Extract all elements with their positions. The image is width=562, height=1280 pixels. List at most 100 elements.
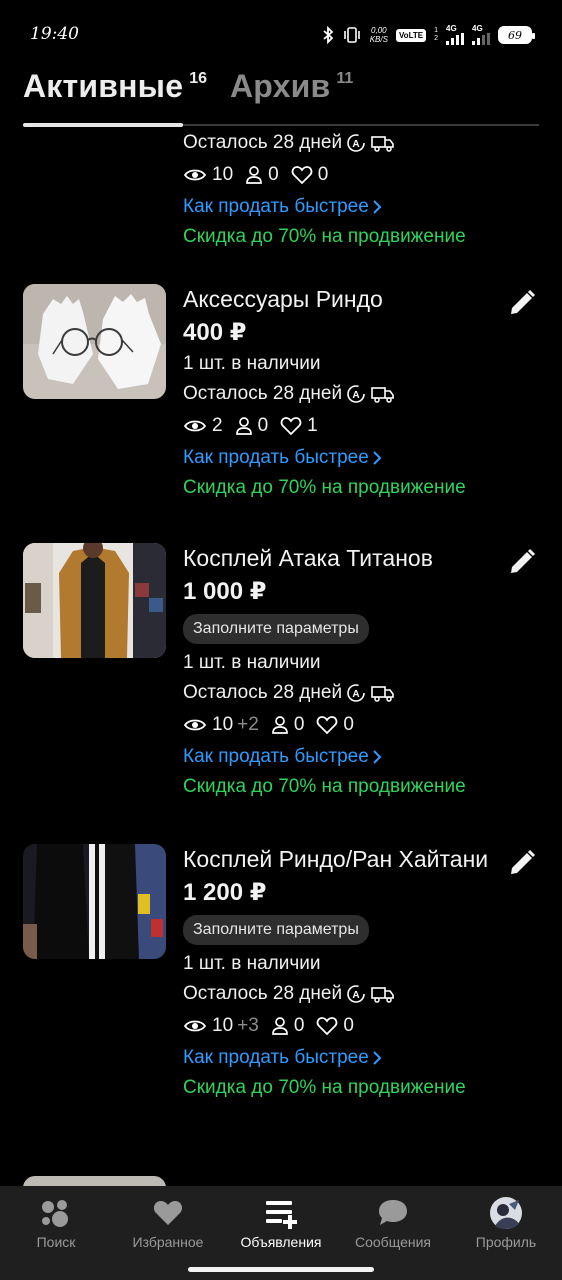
views-increment: +3 (237, 1015, 259, 1036)
nav-listings[interactable]: Объявления (225, 1196, 337, 1250)
contacts-stat: 0 (271, 1011, 304, 1041)
remaining-days: Осталось 28 дней A (183, 379, 503, 409)
listing-stats: 2 0 1 (183, 409, 503, 443)
listing-title[interactable]: Косплей Атака Титанов (183, 543, 503, 574)
active-tab-indicator (23, 123, 183, 127)
promotion-discount-link[interactable]: Скидка до 70% на продвижение (183, 772, 503, 802)
delivery-truck-icon (371, 136, 394, 152)
remaining-days: Осталось 28 дней A (183, 979, 503, 1009)
fill-parameters-chip[interactable]: Заполните параметры (183, 614, 369, 644)
stock-count: 1 шт. в наличии (183, 652, 321, 673)
listings-list[interactable]: Осталось 28 дней A 10 0 0 Как продать бы… (0, 128, 562, 1186)
chevron-right-icon (373, 451, 382, 465)
status-time: 19:40 (30, 24, 79, 44)
person-icon (246, 166, 262, 184)
chevron-right-icon (373, 750, 382, 764)
listing-photo[interactable] (23, 844, 166, 959)
nav-messages[interactable]: Сообщения (337, 1196, 449, 1250)
person-icon (235, 417, 252, 435)
nav-favorites[interactable]: Избранное (112, 1196, 224, 1250)
listing-photo[interactable] (23, 543, 166, 658)
sim-numbers: 1 2 (434, 27, 438, 42)
views-increment: +2 (237, 714, 259, 735)
vibrate-icon (343, 27, 360, 43)
contacts-stat: 0 (235, 411, 268, 441)
tab-label: Архив (230, 68, 331, 104)
listing-info: Осталось 28 дней A 10 0 0 Как продать бы… (183, 128, 503, 252)
chat-bubble-icon (337, 1196, 449, 1230)
views-stat: 10 +3 (183, 1011, 259, 1041)
bluetooth-icon (323, 26, 334, 44)
tab-label: Активные (23, 68, 184, 104)
bottom-navigation: Поиск Избранное Объявления Сообщения Про… (0, 1186, 562, 1280)
pencil-icon (511, 289, 536, 314)
fill-parameters-chip[interactable]: Заполните параметры (183, 915, 369, 945)
how-to-sell-faster-link[interactable]: Как продать быстрее (183, 443, 503, 473)
tab-archive[interactable]: Архив 11 (230, 68, 353, 105)
edit-button[interactable] (507, 547, 537, 577)
status-icons: 0,00 KB/S VoLTE 1 2 4G 4G 69 (322, 22, 535, 48)
nav-search[interactable]: Поиск (0, 1196, 112, 1250)
nav-label: Поиск (36, 1234, 76, 1250)
eye-icon (183, 420, 207, 432)
how-to-sell-faster-link[interactable]: Как продать быстрее (183, 192, 503, 222)
nav-profile[interactable]: Профиль (450, 1196, 562, 1250)
tab-count: 16 (189, 70, 207, 87)
signal-icon (472, 33, 490, 45)
pencil-icon (511, 849, 536, 874)
listing-info: Аксессуары Риндо 400 ₽ 1 шт. в наличии О… (183, 284, 503, 503)
likes-stat: 0 (291, 160, 328, 190)
nav-label: Объявления (240, 1234, 322, 1250)
promotion-discount-link[interactable]: Скидка до 70% на продвижение (183, 473, 503, 503)
heart-outline-icon (317, 716, 338, 735)
promotion-discount-link[interactable]: Скидка до 70% на продвижение (183, 1073, 503, 1103)
promotion-discount-link[interactable]: Скидка до 70% на продвижение (183, 222, 503, 252)
listing-stats: 10 +3 0 0 (183, 1009, 503, 1043)
edit-button[interactable] (507, 848, 537, 878)
views-stat: 10 (183, 160, 233, 190)
contacts-stat: 0 (271, 710, 304, 740)
auto-renew-icon: A (347, 684, 365, 702)
edit-button[interactable] (507, 288, 537, 318)
listing-title[interactable]: Аксессуары Риндо (183, 284, 503, 315)
auto-renew-icon: A (347, 985, 365, 1003)
delivery-truck-icon (371, 387, 394, 403)
views-stat: 10 +2 (183, 710, 259, 740)
chevron-right-icon (373, 1051, 382, 1065)
remaining-days: Осталось 28 дней A (183, 678, 503, 708)
how-to-sell-faster-link[interactable]: Как продать быстрее (183, 742, 503, 772)
heart-outline-icon (317, 1017, 338, 1036)
eye-icon (183, 719, 207, 731)
eye-icon (183, 1020, 207, 1032)
delivery-truck-icon (371, 987, 394, 1003)
avatar (450, 1196, 562, 1230)
home-indicator[interactable] (188, 1267, 374, 1272)
listing-price: 1 200 ₽ (183, 879, 267, 906)
chevron-right-icon (373, 200, 382, 214)
remaining-days: Осталось 28 дней A (183, 128, 503, 158)
volte-badge: VoLTE (395, 28, 427, 42)
listing-photo[interactable] (23, 1176, 166, 1186)
nav-label: Профиль (475, 1234, 537, 1250)
delivery-truck-icon (371, 686, 394, 702)
listing-info: Косплей Атака Титанов 1 000 ₽ Заполните … (183, 543, 503, 802)
stock-count: 1 шт. в наличии (183, 353, 321, 374)
status-bar: 19:40 0,00 KB/S VoLTE 1 2 4G 4G 69 (0, 0, 562, 60)
listing-tabs: Активные 16 Архив 11 (23, 62, 539, 127)
tab-active[interactable]: Активные 16 (23, 68, 207, 105)
sim2-signal: 4G (472, 25, 490, 45)
listing-title[interactable]: Косплей Риндо/Ран Хайтани (183, 844, 503, 875)
listing-stats: 10 0 0 (183, 158, 503, 192)
nav-label: Сообщения (355, 1234, 431, 1250)
contacts-stat: 0 (245, 160, 279, 190)
likes-stat: 1 (280, 411, 318, 441)
battery-icon: 69 (498, 26, 535, 44)
eye-icon (183, 169, 207, 181)
listing-photo[interactable] (23, 284, 166, 399)
how-to-sell-faster-link[interactable]: Как продать быстрее (183, 1043, 503, 1073)
listing-price: 1 000 ₽ (183, 578, 267, 605)
person-icon (271, 716, 288, 734)
svg-text:A: A (352, 990, 359, 1001)
tab-count: 11 (336, 70, 354, 87)
svg-text:A: A (352, 689, 359, 700)
